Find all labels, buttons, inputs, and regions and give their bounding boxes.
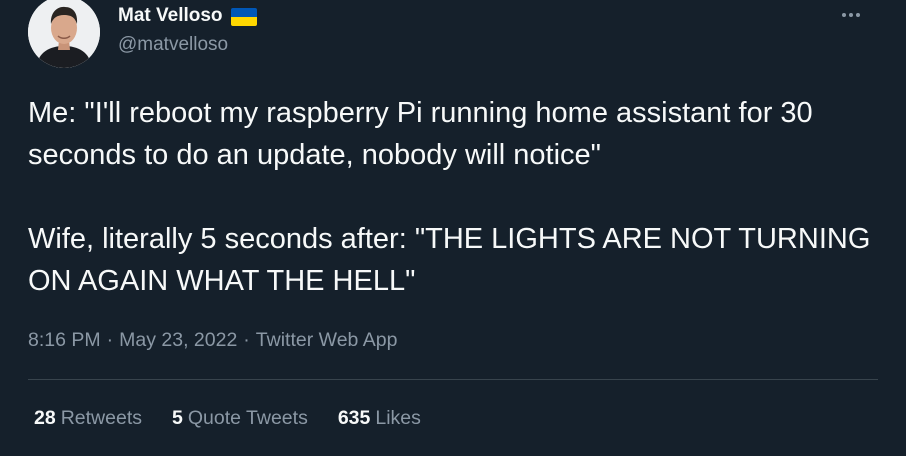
quote-tweets-label: Quote Tweets bbox=[187, 407, 308, 429]
avatar-portrait-image bbox=[28, 0, 100, 68]
avatar[interactable] bbox=[28, 0, 100, 68]
quote-tweets-count: 5 bbox=[172, 407, 183, 429]
ukraine-flag-icon bbox=[230, 7, 257, 26]
more-horizontal-icon[interactable] bbox=[836, 4, 866, 26]
tweet-text: Me: "I'll reboot my raspberry Pi running… bbox=[28, 92, 888, 302]
author-name-row: Mat Velloso bbox=[118, 4, 257, 28]
author-handle[interactable]: @matvelloso bbox=[118, 33, 228, 57]
tweet-metadata: 8:16 PM · May 23, 2022 · Twitter Web App bbox=[28, 328, 397, 352]
meta-separator: · bbox=[106, 329, 114, 351]
likes-label: Likes bbox=[375, 407, 421, 429]
tweet-paragraph-2: Wife, literally 5 seconds after: "THE LI… bbox=[28, 223, 871, 297]
tweet-time[interactable]: 8:16 PM bbox=[28, 329, 101, 351]
tweet-card: Mat Velloso @matvelloso Me: "I'll reboot… bbox=[0, 0, 906, 456]
author-name[interactable]: Mat Velloso bbox=[118, 4, 223, 28]
tweet-source[interactable]: Twitter Web App bbox=[256, 329, 398, 351]
likes-stat[interactable]: 635 Likes bbox=[338, 406, 421, 430]
engagement-stats: 28 Retweets 5 Quote Tweets 635 Likes bbox=[34, 406, 421, 430]
tweet-paragraph-1: Me: "I'll reboot my raspberry Pi running… bbox=[28, 97, 813, 171]
retweets-stat[interactable]: 28 Retweets bbox=[34, 406, 142, 430]
retweets-count: 28 bbox=[34, 407, 56, 429]
meta-separator: · bbox=[243, 329, 250, 351]
retweets-label: Retweets bbox=[60, 407, 142, 429]
likes-count: 635 bbox=[337, 407, 371, 429]
tweet-date[interactable]: May 23, 2022 bbox=[119, 329, 237, 351]
quote-tweets-stat[interactable]: 5 Quote Tweets bbox=[172, 406, 308, 430]
divider bbox=[28, 379, 878, 380]
